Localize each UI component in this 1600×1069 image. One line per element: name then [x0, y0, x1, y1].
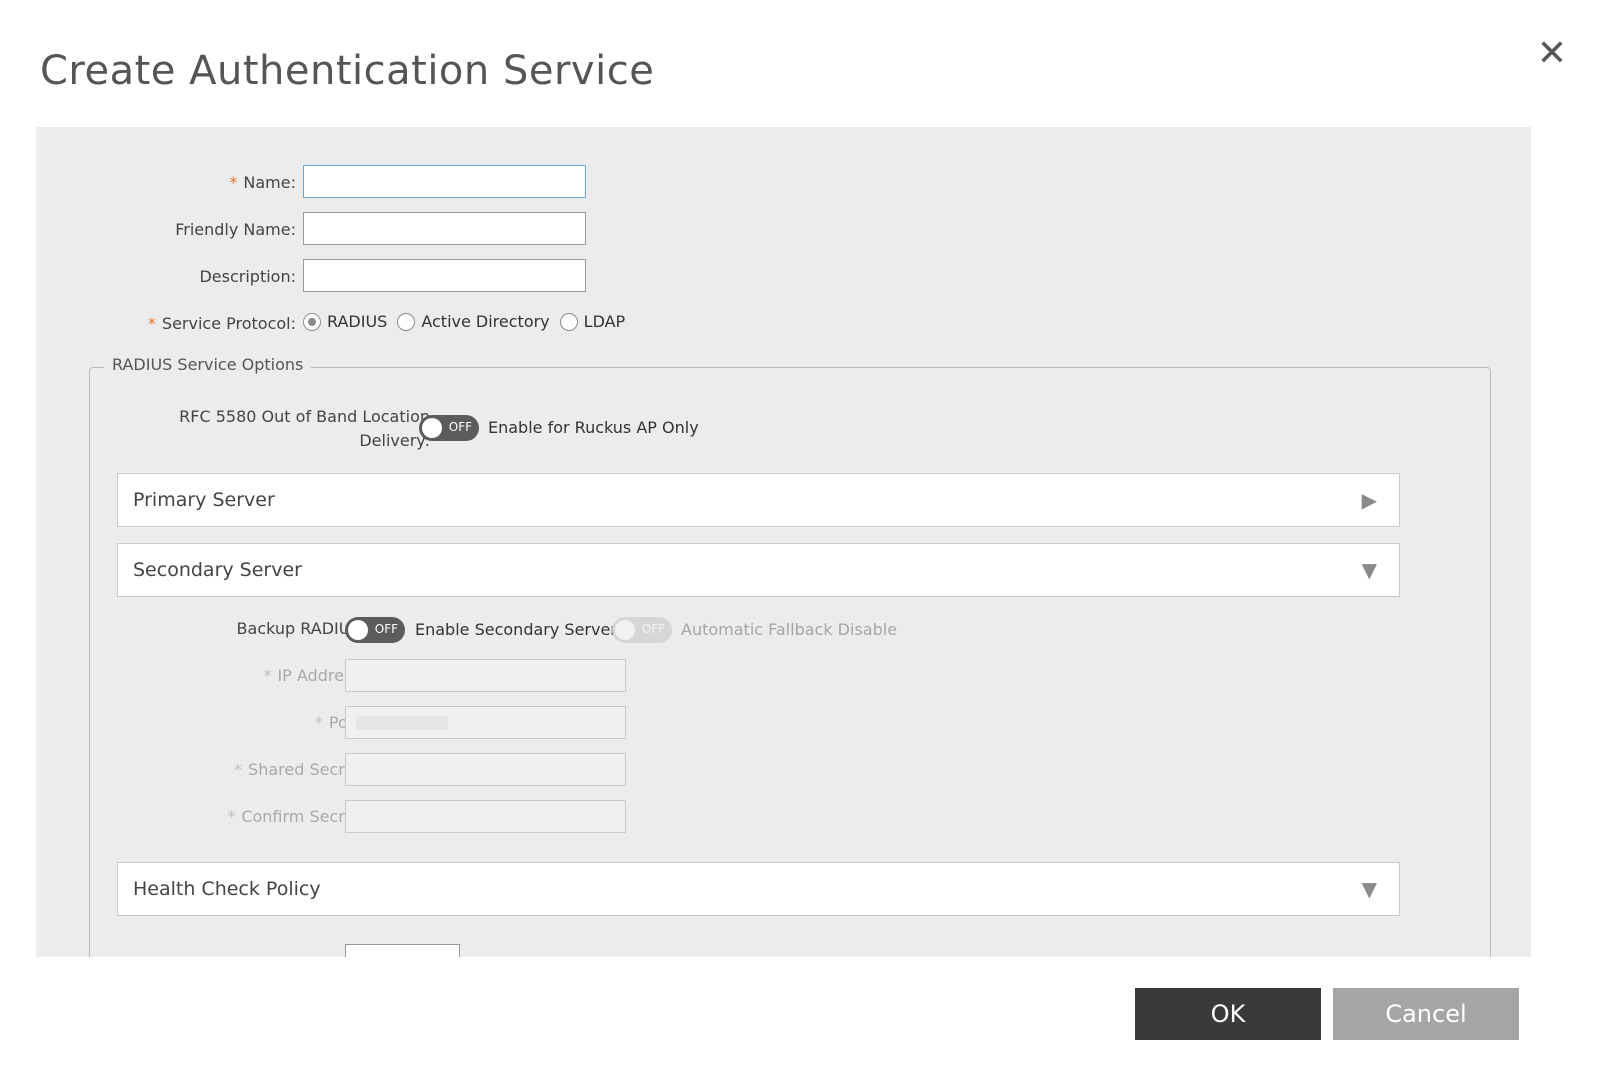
radio-ldap-indicator[interactable] — [559, 312, 578, 331]
primary-server-section[interactable]: Primary Server ▶ — [117, 473, 1400, 527]
confirm-secret-input[interactable] — [345, 800, 626, 833]
triangle-down-icon: ▼ — [1361, 877, 1377, 901]
radio-active-directory[interactable]: Active Directory — [397, 312, 550, 331]
response-window-input[interactable] — [345, 944, 460, 957]
radio-active-directory-indicator[interactable] — [397, 312, 416, 331]
description-input[interactable] — [303, 259, 586, 292]
rfc5580-toggle-text: Enable for Ruckus AP Only — [488, 418, 699, 437]
health-check-policy-title: Health Check Policy — [133, 878, 321, 900]
health-check-policy-section[interactable]: Health Check Policy ▼ — [117, 862, 1400, 916]
radius-options-legend: RADIUS Service Options — [104, 355, 312, 374]
friendly-name-input[interactable] — [303, 212, 586, 245]
service-protocol-radio-group: RADIUS Active Directory LDAP — [303, 312, 635, 331]
shared-secret-input[interactable] — [345, 753, 626, 786]
toggle-knob — [348, 620, 368, 640]
ok-button[interactable]: OK — [1135, 988, 1321, 1040]
radio-ldap[interactable]: LDAP — [559, 312, 625, 331]
description-label: Description: — [199, 267, 296, 286]
secondary-server-section[interactable]: Secondary Server ▼ — [117, 543, 1400, 597]
name-label: * Name: — [229, 173, 296, 192]
ip-address-input[interactable] — [345, 659, 626, 692]
cancel-button[interactable]: Cancel — [1333, 988, 1519, 1040]
secondary-server-title: Secondary Server — [133, 559, 302, 581]
close-button[interactable]: ✕ — [1534, 36, 1570, 72]
rfc5580-label-line1: RFC 5580 Out of Band Location — [179, 407, 430, 426]
service-protocol-label: * Service Protocol: — [147, 314, 296, 333]
rfc5580-toggle[interactable]: OFF — [419, 415, 479, 441]
fallback-toggle[interactable]: OFF — [612, 617, 672, 643]
radio-radius[interactable]: RADIUS — [303, 312, 387, 331]
fallback-toggle-text: Automatic Fallback Disable — [681, 620, 898, 639]
friendly-name-label: Friendly Name: — [175, 220, 296, 239]
name-input[interactable] — [303, 165, 586, 198]
close-icon: ✕ — [1536, 33, 1568, 74]
dialog-title: Create Authentication Service — [40, 48, 655, 94]
port-value-placeholder — [356, 716, 448, 730]
backup-radius-toggle-text: Enable Secondary Server — [415, 620, 617, 639]
triangle-right-icon: ▶ — [1361, 488, 1377, 512]
backup-radius-toggle[interactable]: OFF — [345, 617, 405, 643]
radio-radius-indicator[interactable] — [303, 312, 321, 331]
form-panel: * Name: Friendly Name: Description: * Serv… — [36, 127, 1531, 957]
toggle-knob — [422, 418, 442, 438]
primary-server-title: Primary Server — [133, 489, 275, 511]
toggle-knob — [615, 620, 635, 640]
triangle-down-icon: ▼ — [1361, 558, 1377, 582]
